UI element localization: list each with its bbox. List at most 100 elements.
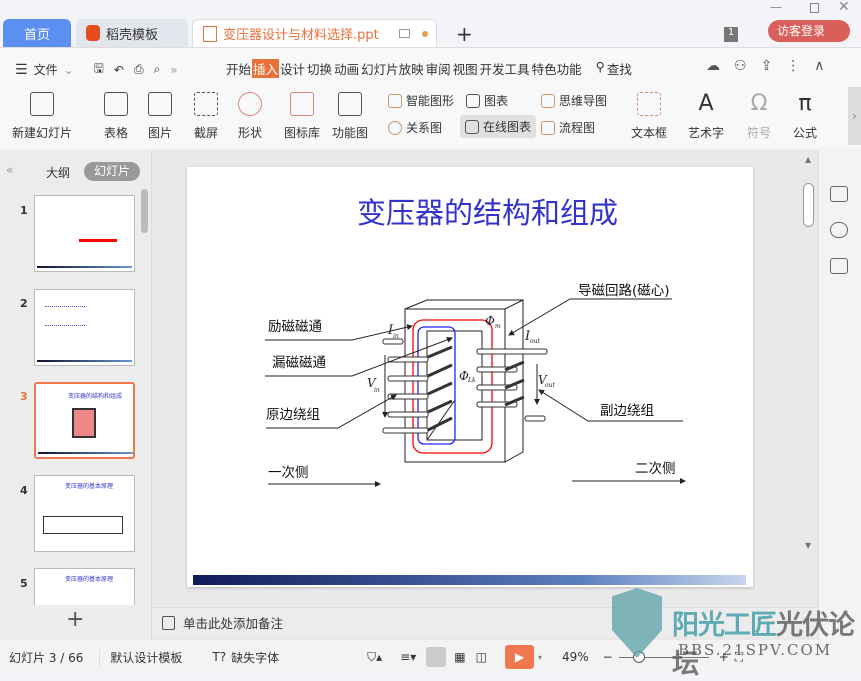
online-chart-button[interactable]: 在线图表 xyxy=(460,115,537,138)
icon-library-button[interactable]: 图标库 xyxy=(284,92,320,141)
new-slide-button[interactable]: 新建幻灯片 xyxy=(12,92,72,141)
menu-transition[interactable]: 切换 xyxy=(306,59,333,78)
formula-button[interactable]: π 公式 xyxy=(793,92,817,141)
function-chart-button[interactable]: 功能图 xyxy=(332,92,368,141)
menu-view[interactable]: 视图 xyxy=(452,59,479,78)
textbox-button[interactable]: 文本框 xyxy=(631,92,667,141)
slide-number: 1 xyxy=(20,204,28,217)
slide-number: 3 xyxy=(20,390,28,403)
label: 文本框 xyxy=(631,126,668,140)
normal-view-icon[interactable] xyxy=(426,647,447,667)
tab-label: 稻壳模板 xyxy=(106,27,159,43)
save-icon[interactable]: 🖫 xyxy=(93,59,105,80)
notes-icon xyxy=(162,615,175,630)
login-button[interactable]: 访客登录 xyxy=(768,20,850,42)
tab-outline[interactable]: 大纲 xyxy=(46,164,70,181)
ribbon-scroll-right[interactable]: › xyxy=(848,87,861,145)
menu-slideshow[interactable]: 幻灯片放映 xyxy=(360,59,425,78)
sub: in xyxy=(374,387,380,394)
tab-docer[interactable]: 稻壳模板 xyxy=(76,19,188,47)
new-tab-button[interactable]: + xyxy=(456,22,473,46)
slide-thumbnail-4[interactable]: 变压器的基本原理 xyxy=(34,475,135,552)
notes-placeholder[interactable]: 单击此处添加备注 xyxy=(183,613,283,632)
search-icon[interactable]: ⚲ xyxy=(595,59,606,78)
missing-font[interactable]: 缺失字体 xyxy=(231,649,279,666)
label: 图标库 xyxy=(284,126,321,140)
scroll-up-icon[interactable]: ▲ xyxy=(805,155,811,164)
shield-icon[interactable]: ⛉▴ xyxy=(367,650,382,665)
picture-button[interactable]: 图片 xyxy=(148,92,172,141)
zoom-level[interactable]: 49% xyxy=(562,650,589,664)
wordart-button[interactable]: A 艺术字 xyxy=(688,92,724,141)
close-button[interactable]: ✕ xyxy=(838,0,850,15)
more-vertical-icon[interactable]: ⋮ xyxy=(786,58,800,74)
tab-document[interactable]: 变压器设计与材料选择.ppt xyxy=(192,19,437,47)
menu-developer[interactable]: 开发工具 xyxy=(479,59,531,78)
tab-home[interactable]: 首页 xyxy=(3,19,71,47)
reading-view-icon[interactable]: ◫ xyxy=(476,650,487,664)
label: 思维导图 xyxy=(559,94,608,108)
symbol-button[interactable]: Ω 符号 xyxy=(747,92,771,141)
cloud-icon[interactable]: ☁ xyxy=(706,58,720,74)
menu-insert[interactable]: 插入 xyxy=(252,59,280,78)
more-icon[interactable]: » xyxy=(169,63,178,77)
add-slide-button[interactable]: + xyxy=(66,607,84,632)
play-button[interactable]: ▶ xyxy=(504,645,534,669)
scissors-icon xyxy=(194,92,218,116)
notes-toggle-icon[interactable]: ≡▾ xyxy=(400,650,416,664)
label-secondary-winding: 副边绕组 xyxy=(600,403,654,419)
copy-icon[interactable] xyxy=(830,258,848,274)
maximize-button[interactable] xyxy=(810,3,819,13)
minimize-button[interactable]: — xyxy=(770,0,782,14)
menu-icon[interactable]: ☰ xyxy=(14,62,29,78)
slide-thumbnail-2[interactable] xyxy=(34,289,135,366)
file-menu[interactable]: 文件 xyxy=(33,61,59,78)
menu-start[interactable]: 开始 xyxy=(225,59,252,78)
collapse-panel-icon[interactable]: « xyxy=(6,163,13,177)
shape-button[interactable]: 形状 xyxy=(238,92,262,141)
share-user-icon[interactable]: ⚇ xyxy=(734,58,747,74)
settings-sliders-icon[interactable] xyxy=(830,186,848,202)
tab-slides[interactable]: 幻灯片 xyxy=(84,162,140,181)
mind-map-button[interactable]: 思维导图 xyxy=(541,92,607,109)
label-leakage-flux: 漏磁磁通 xyxy=(272,355,326,371)
menu-review[interactable]: 审阅 xyxy=(425,59,452,78)
grid-view-icon[interactable]: ▦ xyxy=(454,650,465,664)
label: 新建幻灯片 xyxy=(12,126,73,140)
slide-canvas[interactable]: 变压器的结构和组成 Iin Φm Iout Vin Φ Lk Vout 励磁磁通 … xyxy=(187,167,753,587)
label-excitation-flux: 励磁磁通 xyxy=(268,319,322,335)
slide-thumbnail-1[interactable] xyxy=(34,195,135,272)
preview-icon[interactable]: ⌕ xyxy=(153,62,162,77)
slide-title[interactable]: 变压器的结构和组成 xyxy=(357,196,618,230)
search-button[interactable]: 查找 xyxy=(606,59,633,78)
scroll-down-icon[interactable]: ▼ xyxy=(805,541,811,550)
menu-design[interactable]: 设计 xyxy=(279,59,306,78)
chart-button[interactable]: 图表 xyxy=(466,92,508,109)
design-template[interactable]: 默认设计模板 xyxy=(99,648,182,666)
table-button[interactable]: 表格 xyxy=(104,92,128,141)
smart-art-button[interactable]: 智能图形 xyxy=(388,92,454,109)
label-secondary-side: 二次侧 xyxy=(635,461,676,477)
menu-special[interactable]: 特色功能 xyxy=(531,59,583,78)
collapse-ribbon-icon[interactable]: ∧ xyxy=(814,58,824,74)
relation-button[interactable]: 关系图 xyxy=(388,119,442,136)
print-icon[interactable]: ⎙ xyxy=(133,62,145,77)
window-count-badge[interactable]: 1 xyxy=(724,27,738,42)
undo-icon[interactable]: ↶ xyxy=(113,63,125,77)
panel-scrollbar[interactable] xyxy=(141,189,148,233)
flowchart-button[interactable]: 流程图 xyxy=(541,119,595,136)
menu-animation[interactable]: 动画 xyxy=(333,59,360,78)
slide-thumbnail-3[interactable]: 变压器的结构和组成 xyxy=(34,382,135,459)
screenshot-button[interactable]: 截屏 xyxy=(194,92,218,141)
screen-icon[interactable] xyxy=(399,29,410,38)
share-icon[interactable]: ⇪ xyxy=(761,58,773,74)
label: 功能图 xyxy=(332,126,369,140)
textbox-icon xyxy=(637,92,661,116)
slide-thumbnail-5[interactable]: 变压器的基本原理 xyxy=(34,568,135,605)
sub: Lk xyxy=(467,377,476,384)
slide-scrollbar[interactable] xyxy=(803,183,814,227)
zoom-out-button[interactable]: − xyxy=(603,650,613,664)
sub: in xyxy=(393,333,399,340)
pi-icon: π xyxy=(798,91,812,116)
pin-icon[interactable] xyxy=(830,222,848,238)
